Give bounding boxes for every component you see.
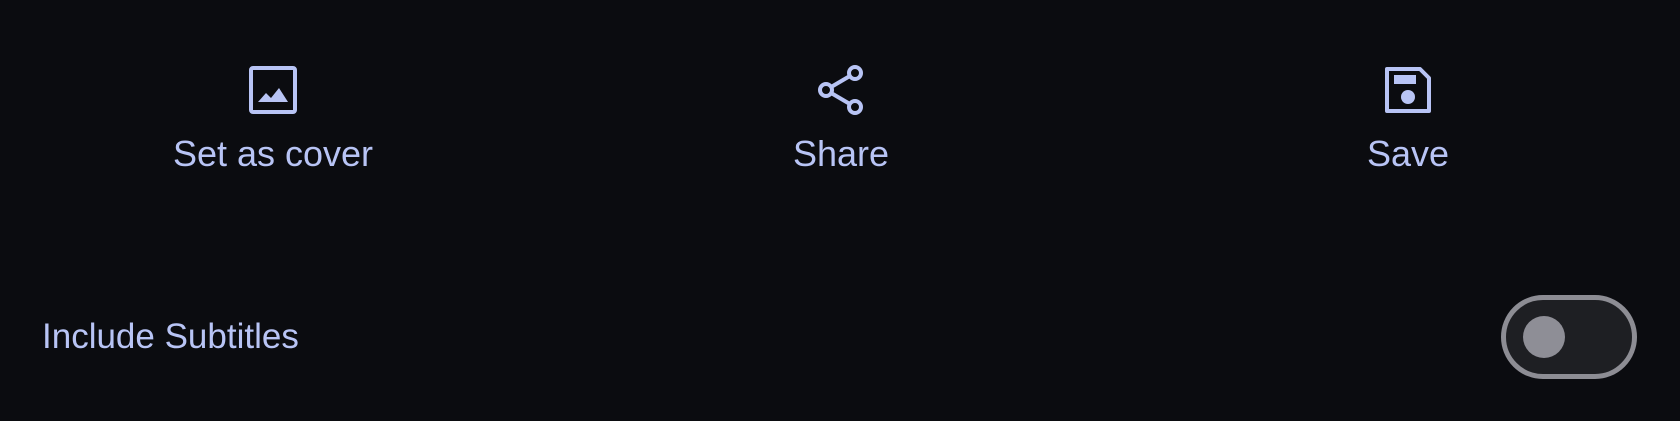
set-as-cover-button[interactable]: Set as cover: [123, 60, 423, 190]
share-label: Share: [792, 133, 890, 174]
toggle-thumb: [1523, 316, 1565, 358]
set-as-cover-label: Set as cover: [172, 133, 374, 174]
save-button[interactable]: Save: [1258, 60, 1558, 190]
share-icon: [811, 60, 871, 120]
image-icon: [243, 60, 303, 120]
include-subtitles-label: Include Subtitles: [42, 317, 299, 356]
include-subtitles-row: Include Subtitles: [0, 295, 1680, 379]
action-row: Set as cover Share Save: [0, 0, 1680, 200]
save-label: Save: [1366, 133, 1450, 174]
share-button[interactable]: Share: [691, 60, 991, 190]
action-sheet: Set as cover Share Save Include Subtitle…: [0, 0, 1680, 421]
save-icon: [1378, 60, 1438, 120]
include-subtitles-toggle[interactable]: [1501, 295, 1637, 379]
